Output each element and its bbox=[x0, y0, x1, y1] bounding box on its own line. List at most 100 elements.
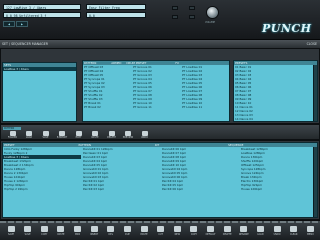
prev-patch-button[interactable]: ◀ bbox=[3, 21, 15, 27]
sets-list[interactable]: SETS LowRise 3 / 4bars bbox=[2, 62, 77, 122]
list-item[interactable]: 15 Dance 05 bbox=[234, 121, 314, 122]
bottom-toolbar-label: CLEAR bbox=[289, 233, 298, 236]
pattern-column: PT LowRise 01 PT LowRise 02 PT LowRise 03 P… bbox=[181, 65, 227, 109]
bottom-toolbar-label: DEL bbox=[108, 233, 114, 236]
bottom-toolbar-button[interactable]: MIDI bbox=[69, 225, 87, 239]
sequence-column: Breakbeat 128bpm LowRise 128bpm Dance 130b… bbox=[240, 147, 314, 191]
bottom-toolbar-label: CUT bbox=[158, 233, 164, 236]
patch-display-1[interactable]: 127 LowRise 3 / 4bars bbox=[3, 4, 81, 10]
toolbar-icon bbox=[256, 226, 264, 232]
bottom-toolbar-button[interactable]: NEW bbox=[168, 225, 186, 239]
pattern-column: PT Groove 01 PT Groove 02 PT Groove 03 PT G… bbox=[132, 65, 180, 109]
close-label[interactable]: CLOSE bbox=[307, 40, 317, 48]
toolbar-button-label: SAVE bbox=[42, 136, 49, 139]
bottom-toolbar-label: COPY bbox=[190, 233, 198, 236]
toolbar-icon bbox=[157, 226, 165, 232]
next-patch-button[interactable]: ▶ bbox=[16, 21, 28, 27]
toolbar-button-label: UNDO bbox=[141, 136, 148, 139]
toolbar-icon bbox=[24, 226, 32, 232]
bottom-toolbar-button[interactable]: MENU bbox=[301, 225, 319, 239]
bottom-toolbar-label: RENAME bbox=[238, 233, 249, 236]
patch-display-2[interactable]: 0 0 98 Unfiltered 3 f bbox=[3, 12, 81, 18]
list-item[interactable]: PT Groove 11 bbox=[132, 105, 180, 109]
pattern-column: PT Offbeat 03 PT Offbeat 04 PT Offbeat 05 P… bbox=[83, 65, 131, 109]
bottom-toolbar-label: DELETE bbox=[222, 233, 232, 236]
toolbar-icon bbox=[290, 226, 298, 232]
bottom-toolbar-button[interactable]: PASTE bbox=[135, 225, 153, 239]
help-button[interactable] bbox=[189, 15, 195, 19]
set-button[interactable] bbox=[189, 6, 195, 10]
toolbar-button-label: PREVIEW bbox=[122, 136, 134, 139]
toolbar-icon bbox=[140, 226, 148, 232]
list-item[interactable]: PercKit 06 bpm bbox=[161, 187, 239, 191]
toolbar-icon bbox=[173, 226, 181, 232]
sequence-list[interactable]: PRESET PATTERN KIT SEQUENCE Intro Funky … bbox=[2, 142, 318, 218]
toolbar-icon bbox=[123, 226, 131, 232]
list-item[interactable]: House 126bpm bbox=[240, 187, 314, 191]
bottom-toolbar-label: PASTE bbox=[57, 233, 65, 236]
pattern-list[interactable]: PATTERN ARMED DRUM PRESET FX PT Offbeat … bbox=[82, 60, 230, 122]
toolbar-button-label: DELETE bbox=[107, 136, 116, 139]
bottom-toolbar-label: NEW bbox=[174, 233, 181, 236]
sequence-column: Intro Funky 128bpm Funky 128bpm 2 LowRise … bbox=[3, 147, 81, 191]
presets-scrollbar[interactable] bbox=[313, 65, 317, 121]
toolbar-icon bbox=[223, 226, 231, 232]
toolbar-button-label: LOAD bbox=[25, 136, 33, 139]
toolbar-icon bbox=[7, 226, 15, 232]
list-item[interactable]: PercKit 03 bpm bbox=[82, 187, 160, 191]
bottom-toolbar-button[interactable]: COPY bbox=[185, 225, 203, 239]
manager-tab-strip: SET / SEQUENCER MANAGER CLOSE bbox=[0, 40, 320, 48]
pattern-toolbar: PATTERN FOLDER LOAD SAVE E-MPORT EXPT PASTE DE… bbox=[0, 124, 320, 140]
toolbar-button-label: EXPT bbox=[75, 136, 82, 139]
bottom-toolbar-button[interactable]: SAVE bbox=[19, 225, 37, 239]
volume-label: VOLUME bbox=[205, 21, 216, 24]
toolbar-button-label: E-MPORT bbox=[56, 136, 68, 139]
toolbar-icon bbox=[207, 226, 215, 232]
list-item[interactable]: PT LowRise 11 bbox=[181, 105, 227, 109]
edit-button[interactable] bbox=[172, 6, 178, 10]
sequence-column: DanceKit 06 bpm DanceKit 07 bpm DanceKit 0… bbox=[161, 147, 239, 191]
manager-title: SET / SEQUENCER MANAGER bbox=[2, 42, 48, 46]
list-item[interactable]: HipHop 2 92bpm bbox=[3, 187, 81, 191]
toolbar-icon bbox=[107, 226, 115, 232]
list-item[interactable]: PT Break 02 bbox=[83, 105, 131, 109]
bottom-toolbar-label: DEFAULT bbox=[205, 233, 216, 236]
bottom-toolbar-label: MIDI bbox=[74, 233, 81, 236]
toolbar-icon bbox=[190, 226, 198, 232]
bottom-toolbar-button[interactable]: SAVE bbox=[2, 225, 20, 239]
bottom-toolbar-label: UNDO bbox=[273, 233, 281, 236]
presets-column: 01 Basic 01 02 Basic 02 03 Basic 03 04 Basi… bbox=[234, 65, 314, 122]
volume-knob[interactable] bbox=[206, 6, 219, 19]
toolbar-icon bbox=[57, 226, 65, 232]
mode-button[interactable] bbox=[172, 15, 178, 19]
toolbar-icon bbox=[273, 226, 281, 232]
bottom-toolbar-button[interactable]: COPY bbox=[35, 225, 53, 239]
toolbar-divider bbox=[0, 221, 320, 223]
parameter-display: Easy Filter Freq bbox=[86, 4, 146, 10]
bottom-toolbar-button[interactable]: CLEAR bbox=[285, 225, 303, 239]
sequence-scrollbar[interactable] bbox=[313, 147, 317, 217]
bottom-toolbar-label: INSERT bbox=[90, 233, 99, 236]
top-panel: 127 LowRise 3 / 4bars 0 0 98 Unfiltered … bbox=[0, 0, 320, 40]
toolbar-button-label: PASTE bbox=[91, 136, 99, 139]
bottom-toolbar-button[interactable]: DUP bbox=[118, 225, 136, 239]
toolbar-icon bbox=[240, 226, 248, 232]
logo: PUNCH bbox=[262, 22, 312, 35]
list-item[interactable]: LowRise 3 / 4bars bbox=[3, 67, 76, 71]
parameter-value-display: 0.0 bbox=[86, 12, 146, 18]
bottom-toolbar-label: SAVE bbox=[24, 233, 31, 236]
bottom-toolbar-label: COPY bbox=[41, 233, 48, 236]
bottom-toolbar-button[interactable]: DEFAULT bbox=[202, 225, 220, 239]
bottom-toolbar-button[interactable]: CUT bbox=[152, 225, 170, 239]
bottom-toolbar-button[interactable]: RENAME bbox=[235, 225, 253, 239]
bottom-toolbar-label: MENU bbox=[306, 233, 314, 236]
bottom-toolbar-button[interactable]: DEL bbox=[102, 225, 120, 239]
bottom-toolbar-button[interactable]: LOAD bbox=[251, 225, 269, 239]
toolbar-button-label: FOLDER bbox=[7, 136, 18, 139]
bottom-toolbar-button[interactable]: INSERT bbox=[85, 225, 103, 239]
presets-list[interactable]: PRESETS 01 Basic 01 02 Basic 02 03 Basic 0… bbox=[233, 60, 318, 122]
bottom-toolbar-button[interactable]: DELETE bbox=[218, 225, 236, 239]
toolbar-icon bbox=[90, 226, 98, 232]
bottom-toolbar-button[interactable]: PASTE bbox=[52, 225, 70, 239]
bottom-toolbar-button[interactable]: UNDO bbox=[268, 225, 286, 239]
